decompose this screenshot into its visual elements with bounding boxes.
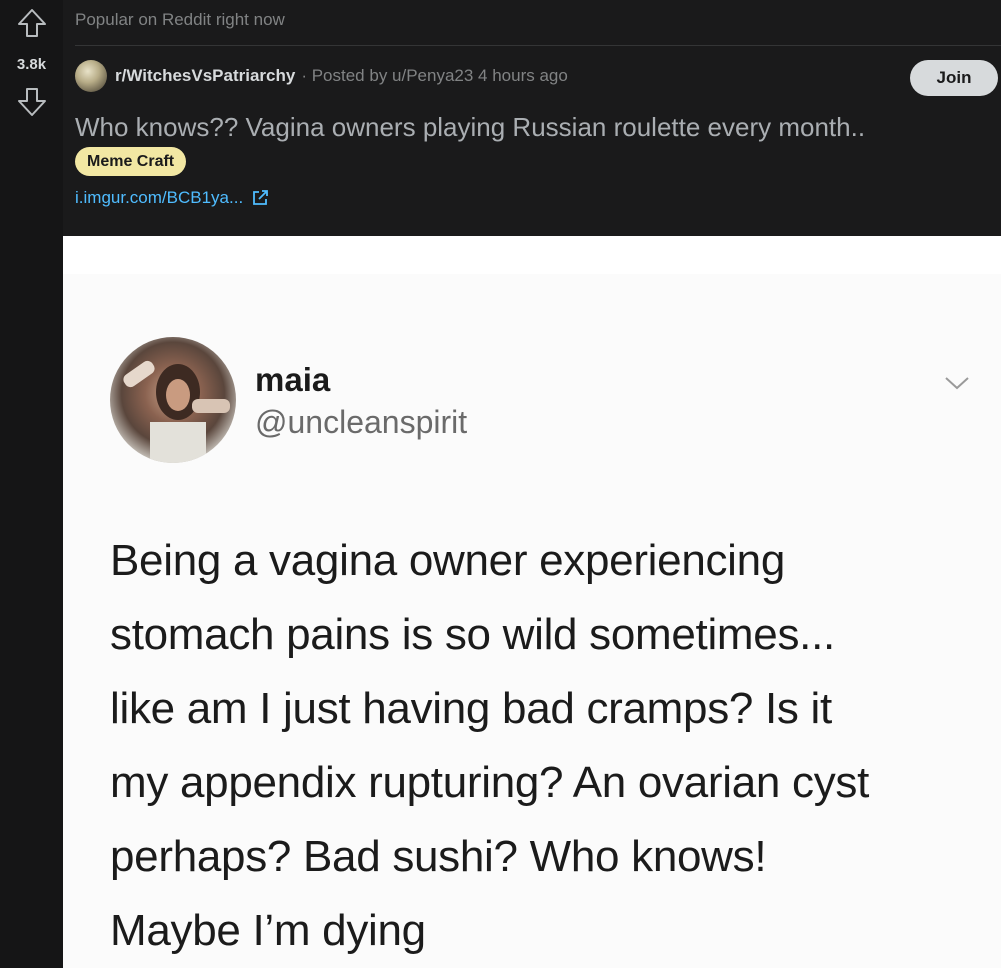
flair-badge[interactable]: Meme Craft <box>75 147 187 176</box>
subreddit-row: r/WitchesVsPatriarchy · Posted by u/Peny… <box>75 60 568 92</box>
tweet-handle: @uncleanspirit <box>255 404 468 440</box>
vote-column: 3.8k <box>0 0 63 968</box>
tweet-text: Being a vagina owner experiencing stomac… <box>110 536 870 955</box>
divider <box>75 45 1001 46</box>
join-button[interactable]: Join <box>910 60 998 96</box>
post-image[interactable]: maia @uncleanspirit Being a vagina owner… <box>63 236 1001 968</box>
downvote-arrow-icon[interactable] <box>15 85 49 119</box>
avatar-photo-icon <box>123 360 230 463</box>
popular-label: Popular on Reddit right now <box>75 10 285 29</box>
tweet-display-name: maia <box>255 361 331 398</box>
tweet-card: maia @uncleanspirit Being a vagina owner… <box>63 274 1001 968</box>
chevron-down-icon <box>945 377 969 390</box>
post-link-text[interactable]: i.imgur.com/BCB1ya... <box>75 188 243 208</box>
post-meta: · Posted by u/Penya23 4 hours ago <box>301 66 568 85</box>
subreddit-link[interactable]: r/WitchesVsPatriarchy <box>115 66 295 86</box>
post-header: Popular on Reddit right now r/WitchesVsP… <box>63 0 1001 236</box>
vote-count: 3.8k <box>16 56 47 73</box>
post-title[interactable]: Who knows?? Vagina owners playing Russia… <box>75 112 865 143</box>
external-link-icon[interactable] <box>251 189 269 207</box>
subreddit-avatar[interactable] <box>75 60 107 92</box>
tweet-avatar <box>110 337 236 463</box>
post-link[interactable]: i.imgur.com/BCB1ya... <box>75 188 269 208</box>
upvote-arrow-icon[interactable] <box>15 6 49 40</box>
